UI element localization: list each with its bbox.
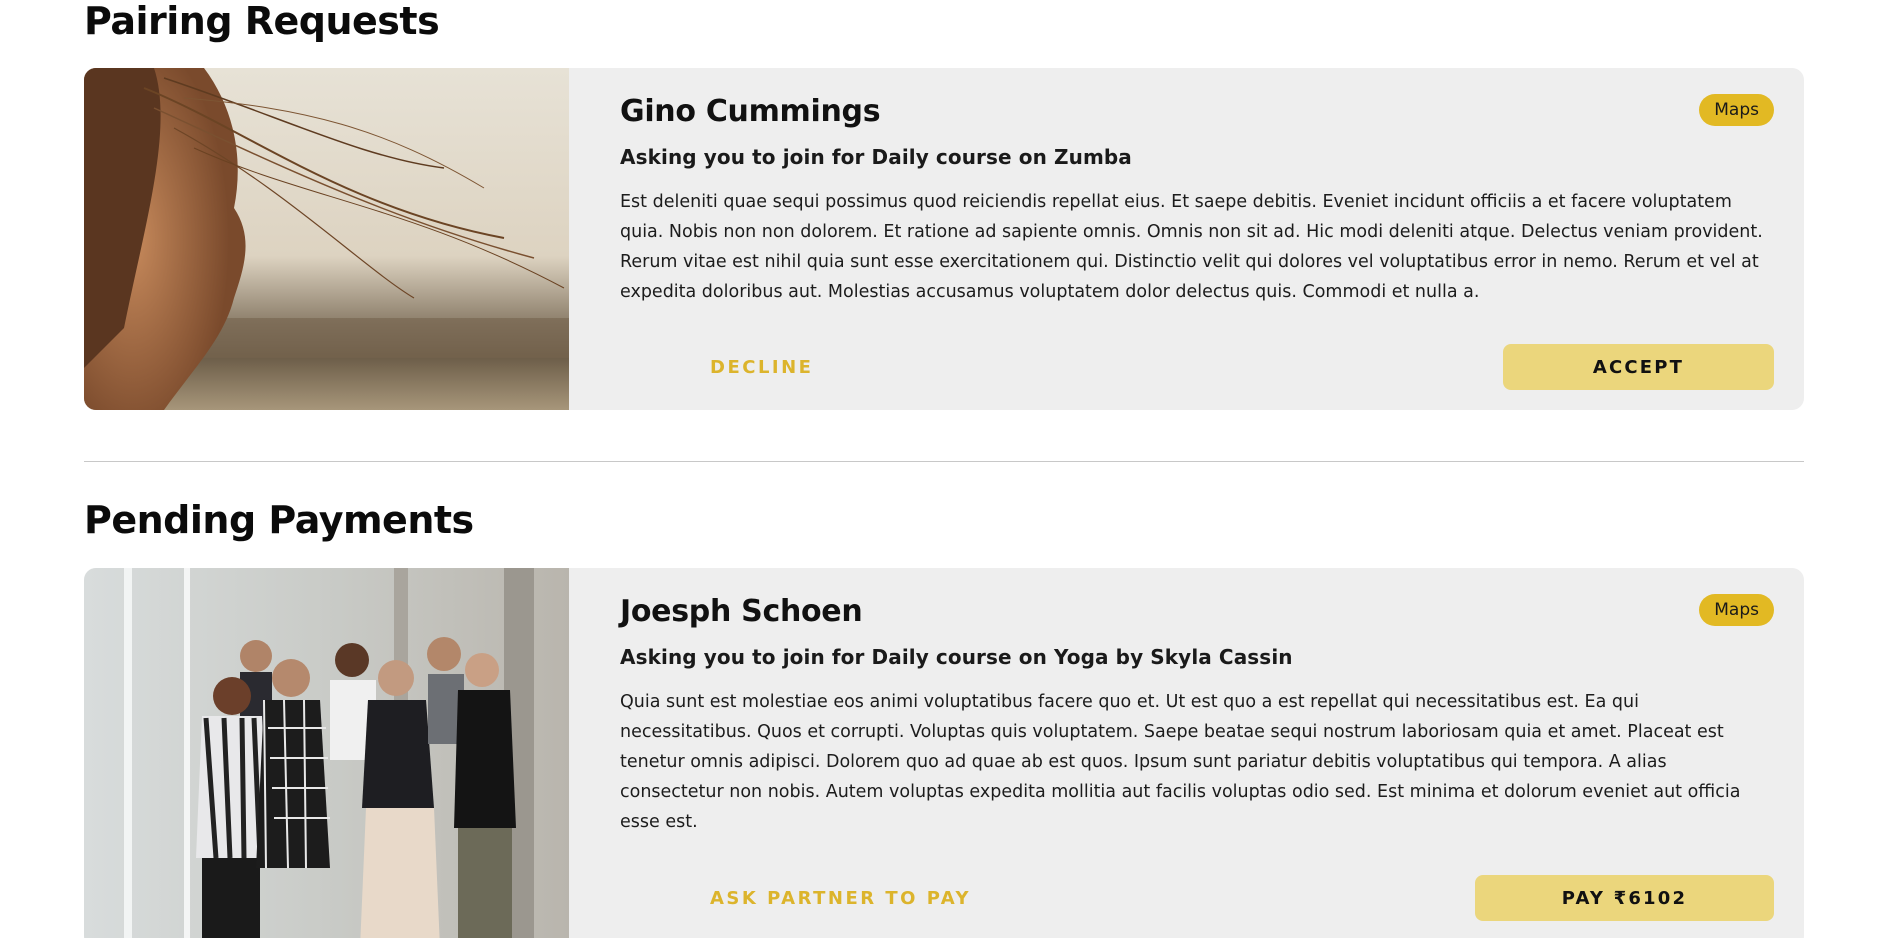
decline-button[interactable]: DECLINE — [620, 345, 903, 390]
pairing-requests-title: Pairing Requests — [84, 0, 440, 43]
maps-badge[interactable]: Maps — [1699, 594, 1774, 626]
pay-button[interactable]: PAY ₹6102 — [1475, 875, 1774, 921]
maps-badge[interactable]: Maps — [1699, 94, 1774, 126]
pending-payment-body: Joesph Schoen Maps Asking you to join fo… — [569, 568, 1804, 938]
request-description: Est deleniti quae sequi possimus quod re… — [620, 192, 1763, 302]
team-group-photo — [84, 568, 569, 938]
section-divider — [84, 461, 1804, 462]
payment-subtitle: Asking you to join for Daily course on Y… — [620, 645, 1293, 669]
payment-actions: ASK PARTNER TO PAY PAY ₹6102 — [620, 875, 1774, 921]
accept-button[interactable]: ACCEPT — [1503, 344, 1774, 390]
requester-name: Gino Cummings — [620, 94, 881, 129]
pending-payment-card: Joesph Schoen Maps Asking you to join fo… — [84, 568, 1804, 938]
pairing-request-body: Gino Cummings Maps Asking you to join fo… — [569, 68, 1804, 410]
payment-description: Quia sunt est molestiae eos animi volupt… — [620, 692, 1741, 832]
woman-portrait-photo — [84, 68, 569, 410]
ask-partner-to-pay-button[interactable]: ASK PARTNER TO PAY — [620, 876, 1061, 921]
partner-name: Joesph Schoen — [620, 594, 863, 629]
request-actions: DECLINE ACCEPT — [620, 344, 1774, 390]
request-subtitle: Asking you to join for Daily course on Z… — [620, 145, 1132, 169]
pending-payments-title: Pending Payments — [84, 498, 474, 542]
pairing-request-card: Gino Cummings Maps Asking you to join fo… — [84, 68, 1804, 410]
page: Pairing Requests Gino Cummings Maps Aski… — [0, 0, 1887, 938]
